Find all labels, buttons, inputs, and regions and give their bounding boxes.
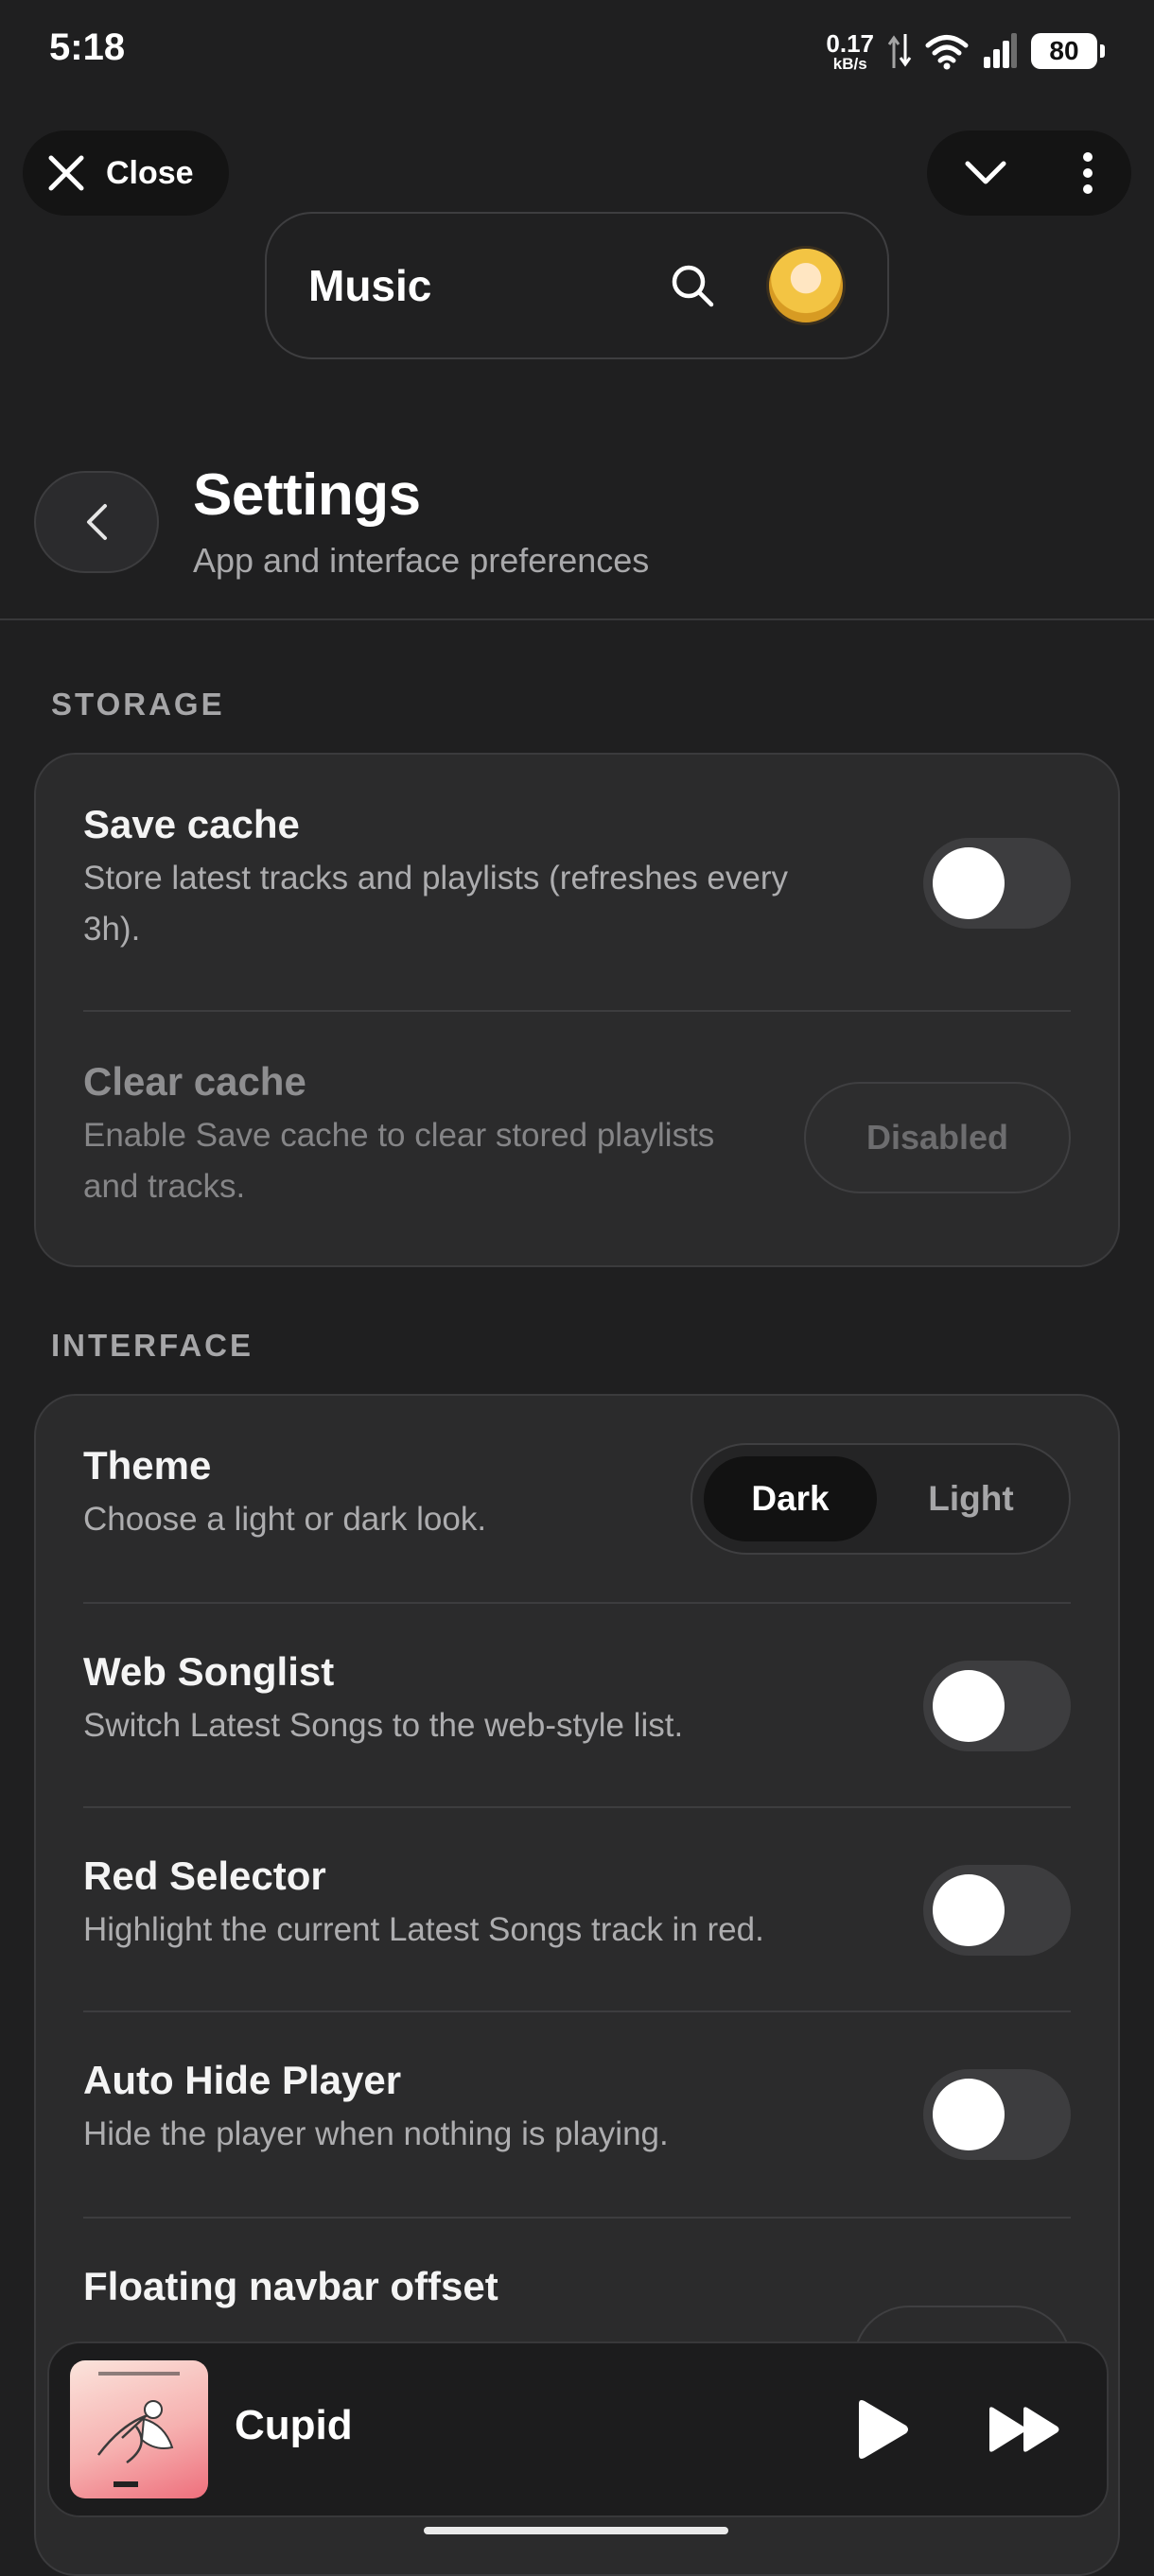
chevron-down-icon <box>965 161 1006 184</box>
setting-title: Web Songlist <box>83 1649 335 1694</box>
toggle-knob <box>933 2079 1005 2150</box>
signal-icon <box>984 33 1017 68</box>
status-time: 5:18 <box>49 26 126 68</box>
data-transfer-icon <box>887 34 912 68</box>
setting-floating-navbar-offset: Floating navbar offset <box>83 2264 1071 2309</box>
auto-hide-player-toggle[interactable] <box>923 2069 1071 2160</box>
save-cache-toggle[interactable] <box>923 838 1071 929</box>
header-divider <box>0 618 1154 620</box>
setting-title: Floating navbar offset <box>83 2264 498 2308</box>
toggle-knob <box>933 1670 1005 1742</box>
album-cover <box>70 2360 208 2498</box>
fast-forward-icon <box>989 2407 1059 2452</box>
status-icons: 0.17 kB/s 80 <box>826 26 1105 76</box>
theme-option-dark[interactable]: Dark <box>704 1456 877 1541</box>
mini-player[interactable]: Cupid <box>47 2341 1109 2517</box>
play-icon <box>859 2400 908 2459</box>
network-speed-value: 0.17 <box>826 28 874 58</box>
play-button[interactable] <box>855 2398 910 2461</box>
row-divider <box>83 1806 1071 1808</box>
app-search-bar: Music <box>265 212 889 359</box>
toggle-knob <box>933 847 1005 919</box>
clear-cache-button[interactable]: Disabled <box>804 1082 1071 1193</box>
network-speed-unit: kB/s <box>832 54 867 73</box>
battery-indicator: 80 <box>1031 33 1105 69</box>
setting-title: Auto Hide Player <box>83 2058 402 2102</box>
page-title: Settings <box>193 462 421 528</box>
row-divider <box>83 1010 1071 1012</box>
app-title: Music <box>308 261 432 310</box>
cupid-artwork-icon <box>97 2372 180 2487</box>
wifi-icon <box>925 35 969 70</box>
window-controls <box>927 131 1131 216</box>
row-divider <box>83 1602 1071 1604</box>
more-vertical-icon <box>1083 152 1093 194</box>
section-label-storage: STORAGE <box>51 687 225 722</box>
network-speed: 0.17 kB/s <box>826 31 874 72</box>
collapse-button[interactable] <box>964 159 1007 187</box>
theme-option-light[interactable]: Light <box>884 1456 1058 1541</box>
toggle-knob <box>933 1874 1005 1946</box>
row-divider <box>83 2217 1071 2219</box>
more-options-button[interactable] <box>1081 151 1094 195</box>
skip-forward-button[interactable] <box>988 2406 1063 2453</box>
storage-card: Save cache Store latest tracks and playl… <box>34 753 1120 1267</box>
setting-description: Store latest tracks and playlists (refre… <box>83 860 789 948</box>
track-title: Cupid <box>235 2402 353 2448</box>
page-subtitle: App and interface preferences <box>193 541 650 580</box>
row-divider <box>83 2010 1071 2012</box>
back-button[interactable] <box>34 471 159 573</box>
close-label: Close <box>106 154 194 191</box>
web-songlist-toggle[interactable] <box>923 1661 1071 1751</box>
chevron-left-icon <box>87 504 107 540</box>
search-icon <box>672 265 714 307</box>
setting-title: Save cache <box>83 802 300 846</box>
section-label-interface: INTERFACE <box>51 1328 254 1363</box>
close-icon <box>48 155 84 191</box>
setting-title: Red Selector <box>83 1854 326 1898</box>
user-avatar[interactable] <box>766 246 846 325</box>
home-indicator <box>424 2527 728 2534</box>
red-selector-toggle[interactable] <box>923 1865 1071 1956</box>
theme-selector: Dark Light <box>691 1443 1071 1555</box>
close-button[interactable]: Close <box>23 131 229 216</box>
search-button[interactable] <box>670 263 715 308</box>
